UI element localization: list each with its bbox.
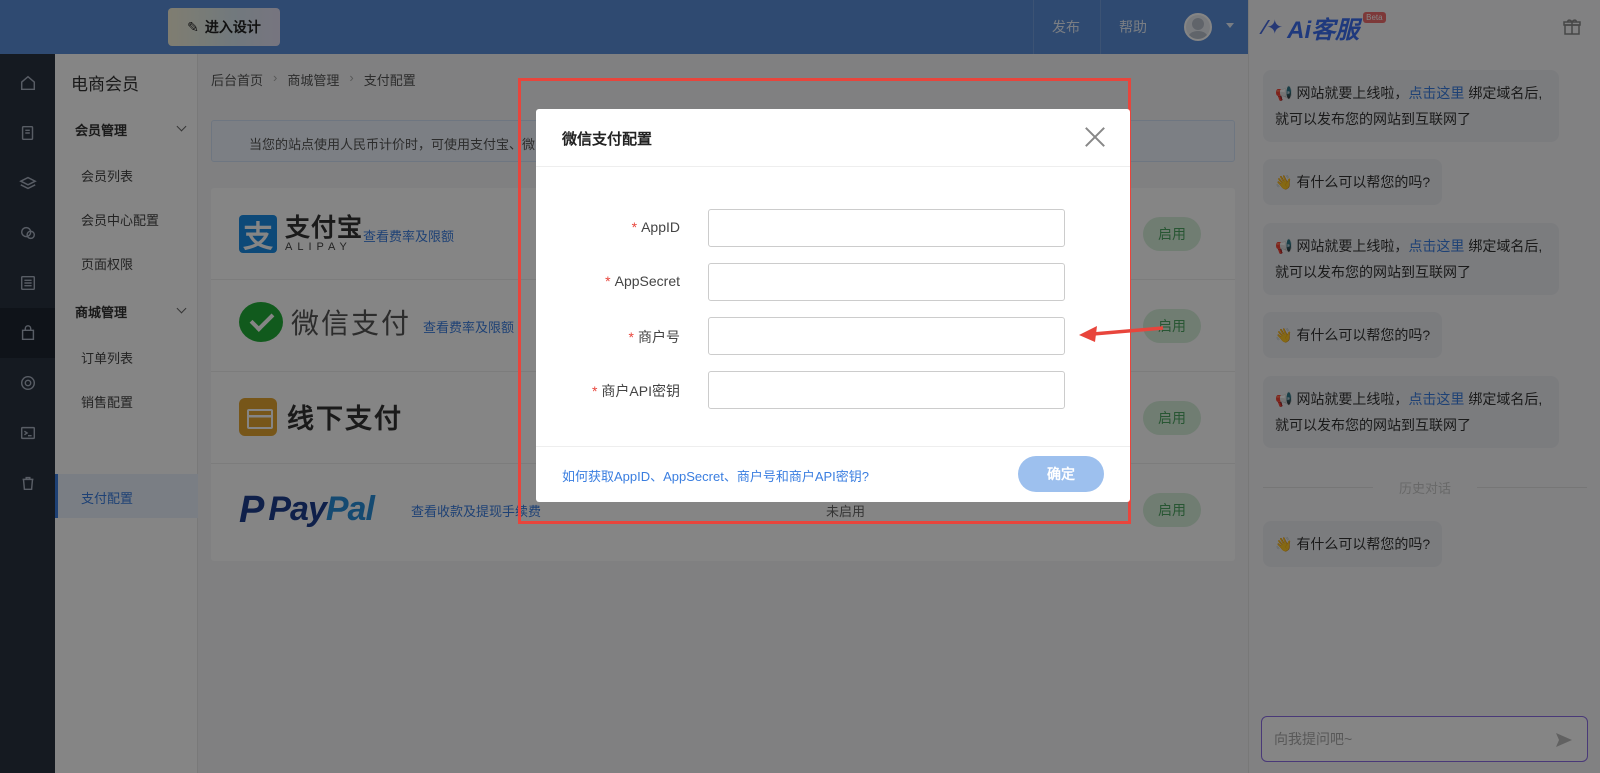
form-row-appid: * AppID bbox=[536, 209, 1130, 247]
form-row-appsecret: * AppSecret bbox=[536, 263, 1130, 301]
close-icon[interactable] bbox=[1084, 126, 1106, 148]
wechat-pay-config-dialog: 微信支付配置 * AppID * AppSecret * 商户号 * 商户API密钥 如… bbox=[536, 109, 1130, 502]
appid-input[interactable] bbox=[708, 209, 1065, 247]
merchant-api-key-input[interactable] bbox=[708, 371, 1065, 409]
appsecret-input[interactable] bbox=[708, 263, 1065, 301]
divider bbox=[536, 166, 1130, 167]
field-label: * 商户API密钥 bbox=[591, 383, 680, 399]
arrow-icon bbox=[1079, 326, 1164, 342]
how-to-get-keys-link[interactable]: 如何获取AppID、AppSecret、商户号和商户API密钥? bbox=[562, 466, 869, 485]
field-label: * AppSecret bbox=[605, 273, 680, 289]
confirm-button[interactable]: 确定 bbox=[1018, 456, 1104, 492]
form-row-api-key: * 商户API密钥 bbox=[536, 371, 1130, 409]
field-label: * 商户号 bbox=[628, 329, 680, 345]
dialog-title: 微信支付配置 bbox=[562, 131, 653, 148]
form-row-merchant-id: * 商户号 bbox=[536, 317, 1130, 355]
merchant-id-input[interactable] bbox=[708, 317, 1065, 355]
divider bbox=[536, 446, 1130, 447]
field-label: * AppID bbox=[631, 219, 680, 235]
